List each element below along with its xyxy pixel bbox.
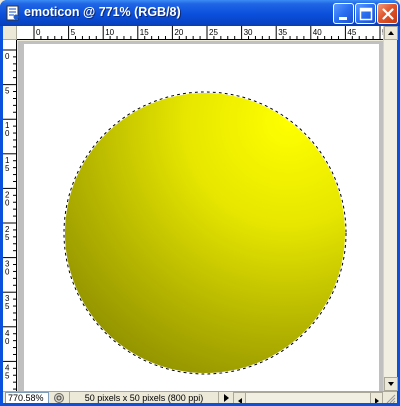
ruler-label: 45 (347, 28, 356, 37)
scroll-down-button[interactable] (384, 377, 398, 391)
horizontal-ruler[interactable]: 05101520253035404550 (17, 26, 383, 40)
ruler-label: 5 (5, 164, 10, 173)
ruler-label: 40 (313, 28, 322, 37)
ruler-label: 20 (174, 28, 183, 37)
info-menu-arrow-icon[interactable] (221, 393, 231, 403)
ruler-label: 5 (5, 302, 10, 311)
close-button[interactable] (377, 3, 398, 24)
ruler-label: 0 (5, 129, 10, 138)
ruler-origin[interactable] (3, 26, 17, 40)
arrow-up-icon (388, 31, 394, 35)
scroll-left-button[interactable] (234, 393, 246, 404)
scroll-right-button[interactable] (370, 393, 382, 404)
ruler-label: 5 (5, 233, 10, 242)
vertical-scrollbar[interactable] (383, 26, 398, 391)
scroll-up-button[interactable] (384, 26, 398, 40)
canvas-area[interactable] (18, 41, 383, 391)
yellow-circle (65, 93, 345, 373)
maximize-icon (359, 7, 373, 21)
ruler-label: 0 (5, 337, 10, 346)
ruler-label: 0 (5, 268, 10, 277)
ruler-label: 0 (5, 198, 10, 207)
ruler-label: 25 (209, 28, 218, 37)
close-icon (382, 8, 394, 20)
ruler-label: 35 (278, 28, 287, 37)
minimize-icon (339, 17, 347, 20)
ruler-label: 5 (71, 28, 76, 37)
title-bar[interactable]: emoticon @ 771% (RGB/8) (0, 0, 400, 26)
vertical-ruler[interactable]: 051015202530354045 (3, 40, 17, 391)
document-window: emoticon @ 771% (RGB/8) 0 5 10 15 20 25 30 35 40… (0, 0, 400, 406)
ruler-label: 10 (105, 28, 114, 37)
ruler-label: 0 (36, 28, 41, 37)
ruler-label: 5 (5, 371, 10, 380)
minimize-button[interactable] (333, 3, 354, 24)
ruler-label: 0 (5, 52, 10, 61)
ruler-label: 30 (244, 28, 253, 37)
window-title: emoticon @ 771% (RGB/8) (24, 5, 181, 19)
maximize-button[interactable] (355, 3, 376, 24)
image-canvas[interactable] (24, 44, 379, 391)
arrow-down-icon (388, 382, 394, 386)
yellow-circle-selection[interactable] (24, 44, 379, 391)
ruler-label: 15 (140, 28, 149, 37)
document-frame: 05101520253035404550 051015202530354045 (3, 26, 398, 404)
photoshop-doc-icon[interactable] (5, 5, 21, 21)
ruler-label: 5 (5, 87, 10, 96)
status-bar: 770.58% 50 pixels x 50 pixels (800 ppi) (3, 391, 397, 404)
